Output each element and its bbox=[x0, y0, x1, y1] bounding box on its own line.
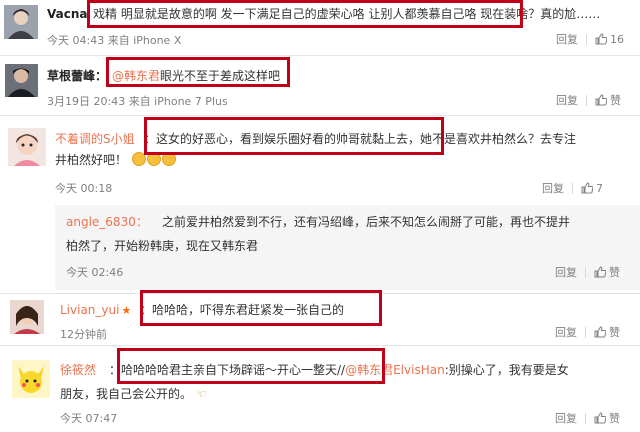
comment-actions: 回复 赞 bbox=[555, 324, 620, 340]
thumbs-up-icon[interactable] bbox=[595, 33, 607, 45]
divider bbox=[572, 182, 573, 194]
comment-text: 柏然了，开始粉韩庚，现在又韩东君 bbox=[66, 239, 259, 253]
reply-button[interactable]: 回复 bbox=[542, 180, 564, 196]
vip-star-icon: ★ bbox=[121, 304, 132, 317]
reply-button[interactable]: 回复 bbox=[555, 324, 577, 340]
comment-timestamp: 今天 00:18 bbox=[55, 182, 113, 195]
comment-actions: 回复 赞 bbox=[555, 264, 620, 280]
comment-username[interactable]: Vacna bbox=[47, 6, 87, 23]
comment-text-line2: 朋友，我自己会公开的。 bbox=[60, 387, 193, 401]
comment-text-body: :别操心了，我有要是女 bbox=[444, 363, 569, 377]
comment-timestamp: 今天 04:43 来自 iPhone X bbox=[47, 34, 182, 47]
comment-text: 之前爱井柏然爱到不行，还有冯绍峰，后来不知怎么闹掰了可能，再也不提井 bbox=[162, 215, 571, 229]
divider bbox=[586, 33, 587, 45]
divider bbox=[0, 345, 640, 346]
like-count: 7 bbox=[596, 181, 603, 195]
reply-button[interactable]: 回复 bbox=[555, 264, 577, 280]
divider bbox=[0, 115, 640, 116]
comment-username[interactable]: 草根蕾峰： bbox=[47, 68, 107, 85]
thumbs-up-icon[interactable] bbox=[595, 94, 607, 106]
avatar[interactable] bbox=[12, 360, 50, 398]
comment-username[interactable]: Livian_yui ★ bbox=[60, 302, 131, 319]
comment-username[interactable]: 不着调的S小姐 bbox=[55, 131, 135, 148]
comment-timestamp: 3月19日 20:43 来自 iPhone 7 Plus bbox=[47, 95, 228, 108]
comment-actions: 回复 赞 bbox=[556, 92, 621, 108]
comment-actions: 回复 16 bbox=[556, 31, 624, 47]
praying-hands-icon: ☜ bbox=[195, 387, 207, 401]
comment-actions: 回复 7 bbox=[542, 180, 603, 196]
comment-actions: 回复 赞 bbox=[555, 410, 620, 426]
comment-text-line2: 井柏然好吧！ bbox=[55, 153, 128, 167]
thumbs-up-icon[interactable] bbox=[594, 266, 606, 278]
divider bbox=[585, 266, 586, 278]
comment-username-text[interactable]: Livian_yui bbox=[60, 303, 119, 317]
like-count: 16 bbox=[610, 32, 624, 46]
thumbs-up-icon[interactable] bbox=[594, 326, 606, 338]
thumbs-up-icon[interactable] bbox=[594, 412, 606, 424]
like-count: 赞 bbox=[610, 94, 621, 107]
divider bbox=[0, 55, 640, 56]
reply-button[interactable]: 回复 bbox=[556, 92, 578, 108]
avatar[interactable] bbox=[5, 64, 38, 97]
comment-text: 朋友，我自己会公开的。 ☜ bbox=[60, 386, 207, 403]
highlight-box bbox=[106, 57, 290, 87]
like-count: 赞 bbox=[609, 266, 620, 279]
comment-timestamp: 12分钟前 bbox=[60, 328, 107, 341]
comment-username[interactable]: 徐筱然 bbox=[60, 362, 96, 379]
avatar[interactable] bbox=[4, 5, 38, 39]
highlight-box bbox=[144, 117, 444, 155]
divider bbox=[585, 412, 586, 424]
comment-timestamp: 今天 02:46 bbox=[66, 266, 124, 279]
highlight-box bbox=[140, 290, 382, 326]
divider bbox=[586, 94, 587, 106]
reply-button[interactable]: 回复 bbox=[556, 31, 578, 47]
comment-username[interactable]: angle_6830： bbox=[66, 214, 148, 231]
thumbs-up-icon[interactable] bbox=[581, 182, 593, 194]
avatar[interactable] bbox=[8, 128, 46, 166]
reply-button[interactable]: 回复 bbox=[555, 410, 577, 426]
divider bbox=[585, 326, 586, 338]
like-count: 赞 bbox=[609, 412, 620, 425]
like-count: 赞 bbox=[609, 326, 620, 339]
avatar[interactable] bbox=[10, 300, 44, 334]
highlight-box bbox=[87, 0, 523, 28]
highlight-box bbox=[117, 348, 385, 384]
comment-timestamp: 今天 07:47 bbox=[60, 412, 118, 425]
